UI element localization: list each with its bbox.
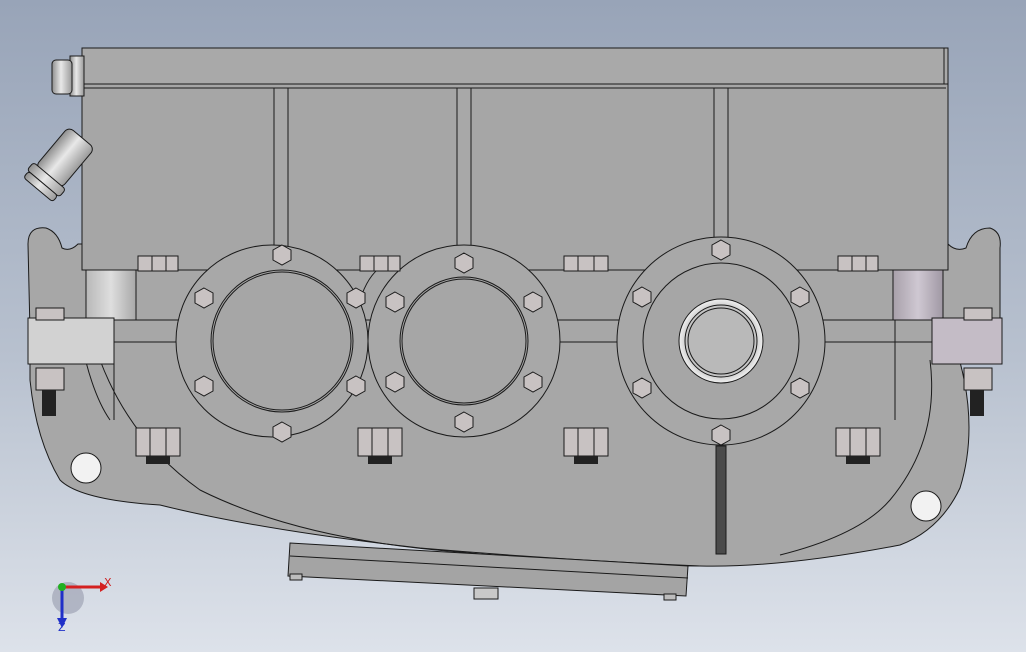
triad-z-label: Z	[58, 621, 66, 634]
rib	[713, 87, 729, 249]
rib	[456, 87, 472, 249]
right-block	[892, 269, 944, 321]
drain-plug	[473, 587, 499, 600]
breather-plug	[51, 55, 85, 97]
cad-viewport[interactable]: X Z	[0, 0, 1026, 652]
top-cover	[81, 47, 949, 85]
gearbox-model[interactable]	[0, 0, 1026, 652]
oil-dipstick	[715, 445, 727, 555]
rib	[273, 87, 289, 249]
left-block	[85, 269, 137, 321]
lifting-hole	[70, 452, 102, 484]
triad-y-axis	[58, 583, 66, 591]
right-flange-block	[931, 317, 1003, 365]
lifting-hole	[910, 490, 942, 522]
triad-x-label: X	[104, 576, 112, 589]
left-flange-block	[27, 317, 115, 365]
